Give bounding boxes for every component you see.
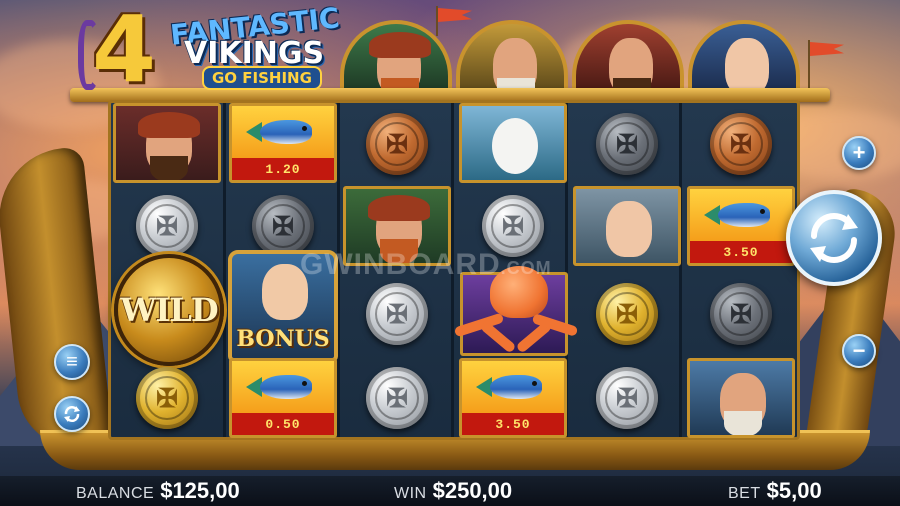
plus-icon: + <box>852 140 866 165</box>
balance-value: $125,00 <box>160 478 240 503</box>
gold-coin-symbol: ✠ <box>136 367 198 429</box>
minus-icon: − <box>852 338 866 363</box>
portrait-viking-elder <box>456 20 568 90</box>
autoplay-button[interactable] <box>54 396 90 432</box>
fish-symbol: 0.50 <box>229 358 337 438</box>
balance-display: BALANCE $125,00 <box>76 478 240 504</box>
wild-symbol: WILD <box>114 254 224 366</box>
symbol-cell: ✠ <box>342 358 452 438</box>
bet-label: BET <box>728 485 761 502</box>
wild-label: WILD <box>120 291 218 329</box>
win-label: WIN <box>394 485 427 502</box>
logo-subtitle: GO FISHING <box>202 66 322 90</box>
symbol-cell: ✠ <box>686 104 796 184</box>
fish-value: 0.50 <box>232 413 334 435</box>
bonus-label: BONUS <box>236 326 330 352</box>
increase-bet-button[interactable]: + <box>842 136 876 170</box>
symbol-cell <box>572 186 682 266</box>
symbol-cell: 0.50 <box>228 358 338 438</box>
game-logo: 4 FANTASTIC VIKINGS GO FISHING <box>78 0 341 103</box>
symbol-cell <box>112 103 222 183</box>
symbol-cell: ✠ <box>572 358 682 438</box>
mast <box>436 6 438 36</box>
autoplay-icon <box>64 406 80 422</box>
bet-value: $5,00 <box>766 478 822 503</box>
symbol-cell: ✠ <box>112 358 222 438</box>
viking-warrior-symbol <box>113 103 221 183</box>
seagull-viking-symbol <box>459 103 567 183</box>
game-scene: 4 FANTASTIC VIKINGS GO FISHING 1.20 ✠ ✠ <box>0 0 900 506</box>
symbol-cell: ✠ <box>572 104 682 184</box>
fish-symbol: 1.20 <box>229 103 337 183</box>
balance-label: BALANCE <box>76 485 155 502</box>
shieldmaiden-symbol <box>573 186 681 266</box>
symbol-cell <box>458 103 568 183</box>
fish-symbol: 3.50 <box>687 186 795 266</box>
spin-button[interactable] <box>786 190 882 286</box>
fish-value: 3.50 <box>462 413 564 435</box>
logo-number: 4 <box>92 0 157 103</box>
symbol-cell: ✠ <box>686 274 796 354</box>
symbol-cell <box>686 358 796 438</box>
dark-silver-coin-symbol: ✠ <box>710 283 772 345</box>
dark-silver-coin-symbol: ✠ <box>596 113 658 175</box>
silver-coin-symbol: ✠ <box>366 283 428 345</box>
flag-icon <box>438 8 472 22</box>
silver-coin-symbol: ✠ <box>136 195 198 257</box>
symbol-cell: 3.50 <box>458 358 568 438</box>
bronze-coin-symbol: ✠ <box>710 113 772 175</box>
silver-coin-symbol: ✠ <box>596 367 658 429</box>
decrease-bet-button[interactable]: − <box>842 334 876 368</box>
watermark: GWINBOARD.COM <box>300 248 552 281</box>
flag-icon <box>810 42 844 56</box>
viking-elder-skull-symbol <box>687 358 795 438</box>
symbol-cell: 1.20 <box>228 103 338 183</box>
mast <box>808 40 810 90</box>
symbol-cell: 3.50 <box>686 186 796 266</box>
symbol-cell: ✠ <box>342 104 452 184</box>
gold-coin-symbol: ✠ <box>596 283 658 345</box>
symbol-cell: ✠ <box>342 274 452 354</box>
menu-button[interactable]: ≡ <box>54 344 90 380</box>
win-value: $250,00 <box>432 478 513 503</box>
reel-divider <box>223 103 226 437</box>
symbol-cell: ✠ <box>572 274 682 354</box>
fish-value: 1.20 <box>232 158 334 180</box>
menu-icon: ≡ <box>66 350 78 373</box>
fish-symbol: 3.50 <box>459 358 567 438</box>
spin-arrows-icon <box>810 213 858 263</box>
bet-display: BET $5,00 <box>728 478 822 504</box>
bronze-coin-symbol: ✠ <box>366 113 428 175</box>
fish-value: 3.50 <box>690 241 792 263</box>
silver-coin-symbol: ✠ <box>366 367 428 429</box>
win-display: WIN $250,00 <box>394 478 512 504</box>
